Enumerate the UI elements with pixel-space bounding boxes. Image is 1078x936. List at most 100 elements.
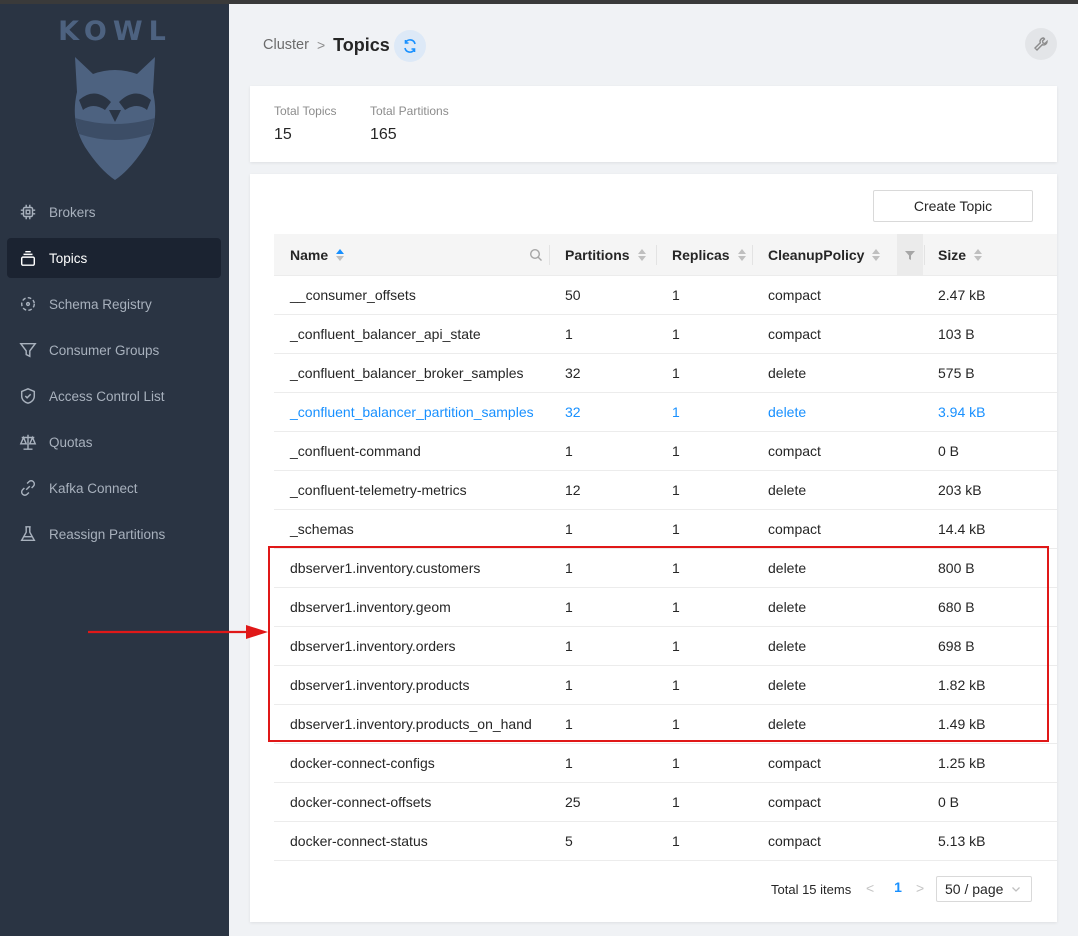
cell-partitions: 1 (565, 677, 573, 693)
cell-replicas: 1 (672, 638, 680, 654)
cell-name: _confluent-telemetry-metrics (290, 482, 467, 498)
cell-cleanup-policy: compact (768, 833, 821, 849)
cell-size: 103 B (938, 326, 975, 342)
search-icon[interactable] (524, 234, 548, 276)
table-row[interactable]: _confluent_balancer_partition_samples 32 1… (274, 393, 1057, 432)
column-header-label: Replicas (672, 247, 730, 263)
breadcrumb: Cluster > Topics (263, 32, 390, 58)
sidebar-item-consumer-groups[interactable]: Consumer Groups (7, 330, 221, 370)
cell-replicas: 1 (672, 404, 680, 420)
cell-partitions: 1 (565, 599, 573, 615)
cell-cleanup-policy: compact (768, 521, 821, 537)
cell-partitions: 1 (565, 521, 573, 537)
table-row[interactable]: _confluent-telemetry-metrics 12 1 delete 203… (274, 471, 1057, 510)
table-row[interactable]: dbserver1.inventory.geom 1 1 delete 680 B (274, 588, 1057, 627)
table-row[interactable]: _schemas 1 1 compact 14.4 kB (274, 510, 1057, 549)
cell-size: 0 B (938, 794, 960, 810)
wrench-icon (1034, 37, 1048, 51)
column-header-label: CleanupPolicy (768, 247, 865, 263)
table-row[interactable]: dbserver1.inventory.products 1 1 delete 1.82… (274, 666, 1057, 705)
table-body: __consumer_offsets 50 1 compact 2.47 kB _conf… (274, 276, 1057, 861)
flask-icon (18, 524, 38, 544)
cell-name: dbserver1.inventory.products (290, 677, 470, 693)
page-title: Topics (333, 34, 390, 55)
sidebar-item-brokers[interactable]: Brokers (7, 192, 221, 232)
logo-text: KOWL (58, 16, 172, 47)
breadcrumb-separator: > (316, 37, 326, 53)
table-row[interactable]: _confluent_balancer_api_state 1 1 compact 10… (274, 315, 1057, 354)
cell-cleanup-policy: delete (768, 599, 807, 615)
cell-name: _confluent_balancer_api_state (290, 326, 481, 342)
stack-icon (18, 248, 38, 268)
column-header-replicas[interactable]: Replicas (656, 234, 746, 276)
cell-name: _confluent_balancer_partition_samples (290, 404, 534, 420)
cell-name: docker-connect-configs (290, 755, 435, 771)
sidebar-nav: Brokers Topics Schema Registry Consumer … (7, 192, 221, 560)
table-row[interactable]: docker-connect-configs 1 1 compact 1.25 kB (274, 744, 1057, 783)
table-row[interactable]: docker-connect-status 5 1 compact 5.13 kB (274, 822, 1057, 861)
topic-stats-card: Total Topics 15 Total Partitions 165 (250, 86, 1057, 162)
filter-icon[interactable] (897, 234, 923, 276)
cell-name: __consumer_offsets (290, 287, 416, 303)
breadcrumb-cluster-link[interactable]: Cluster (263, 37, 309, 53)
table-row[interactable]: __consumer_offsets 50 1 compact 2.47 kB (274, 276, 1057, 315)
pagination-page-1[interactable]: 1 (890, 879, 906, 895)
sidebar-item-schema-registry[interactable]: Schema Registry (7, 284, 221, 324)
sort-arrows-icon (336, 249, 345, 261)
table-row[interactable]: _confluent-command 1 1 compact 0 B (274, 432, 1057, 471)
kowl-logo[interactable]: KOWL (50, 16, 180, 186)
cell-name: dbserver1.inventory.products_on_hand (290, 716, 532, 732)
cell-cleanup-policy: compact (768, 443, 821, 459)
cell-size: 203 kB (938, 482, 982, 498)
cell-name: _confluent_balancer_broker_samples (290, 365, 524, 381)
pagination: Total 15 items < 1 > 50 / page (250, 876, 1057, 904)
table-header: Name Partitions Replicas CleanupPolicy S… (274, 234, 1057, 276)
table-row[interactable]: dbserver1.inventory.products_on_hand 1 1 de… (274, 705, 1057, 744)
settings-button[interactable] (1025, 28, 1057, 60)
cell-partitions: 1 (565, 326, 573, 342)
cell-cleanup-policy: compact (768, 755, 821, 771)
sidebar-item-access-control-list[interactable]: Access Control List (7, 376, 221, 416)
sidebar-item-quotas[interactable]: Quotas (7, 422, 221, 462)
cell-partitions: 32 (565, 404, 581, 420)
cell-replicas: 1 (672, 833, 680, 849)
topics-table-card: Create Topic Name Partitions Replicas Cl… (250, 174, 1057, 922)
cell-size: 575 B (938, 365, 975, 381)
column-header-name[interactable]: Name (274, 234, 345, 276)
cell-replicas: 1 (672, 521, 680, 537)
sort-arrows-icon (872, 249, 881, 261)
cell-partitions: 1 (565, 755, 573, 771)
column-header-cleanup-policy[interactable]: CleanupPolicy (752, 234, 881, 276)
cell-cleanup-policy: delete (768, 560, 807, 576)
sidebar-item-label: Access Control List (49, 388, 165, 404)
cell-replicas: 1 (672, 677, 680, 693)
column-header-size[interactable]: Size (922, 234, 983, 276)
table-row[interactable]: dbserver1.inventory.customers 1 1 delete 800… (274, 549, 1057, 588)
sidebar-item-reassign-partitions[interactable]: Reassign Partitions (7, 514, 221, 554)
sidebar-item-topics[interactable]: Topics (7, 238, 221, 278)
cell-partitions: 1 (565, 560, 573, 576)
table-row[interactable]: docker-connect-offsets 25 1 compact 0 B (274, 783, 1057, 822)
cell-name: docker-connect-offsets (290, 794, 432, 810)
column-header-partitions[interactable]: Partitions (549, 234, 646, 276)
table-row[interactable]: _confluent_balancer_broker_samples 32 1 del… (274, 354, 1057, 393)
column-header-label: Partitions (565, 247, 630, 263)
page-size-value: 50 / page (945, 881, 1004, 897)
cpu-chip-icon (18, 202, 38, 222)
sort-arrows-icon (974, 249, 983, 261)
cell-replicas: 1 (672, 443, 680, 459)
pagination-prev-button[interactable]: < (866, 880, 874, 896)
refresh-button[interactable] (394, 30, 426, 62)
create-topic-button[interactable]: Create Topic (873, 190, 1033, 222)
cell-replicas: 1 (672, 716, 680, 732)
pagination-next-button[interactable]: > (916, 880, 924, 896)
chevron-down-icon (1012, 887, 1020, 892)
cell-replicas: 1 (672, 326, 680, 342)
sidebar-item-kafka-connect[interactable]: Kafka Connect (7, 468, 221, 508)
table-row[interactable]: dbserver1.inventory.orders 1 1 delete 698 B (274, 627, 1057, 666)
cell-partitions: 50 (565, 287, 581, 303)
sidebar-item-label: Kafka Connect (49, 480, 138, 496)
cell-cleanup-policy: delete (768, 638, 807, 654)
sidebar-item-label: Brokers (49, 204, 96, 220)
page-size-select[interactable]: 50 / page (936, 876, 1032, 902)
